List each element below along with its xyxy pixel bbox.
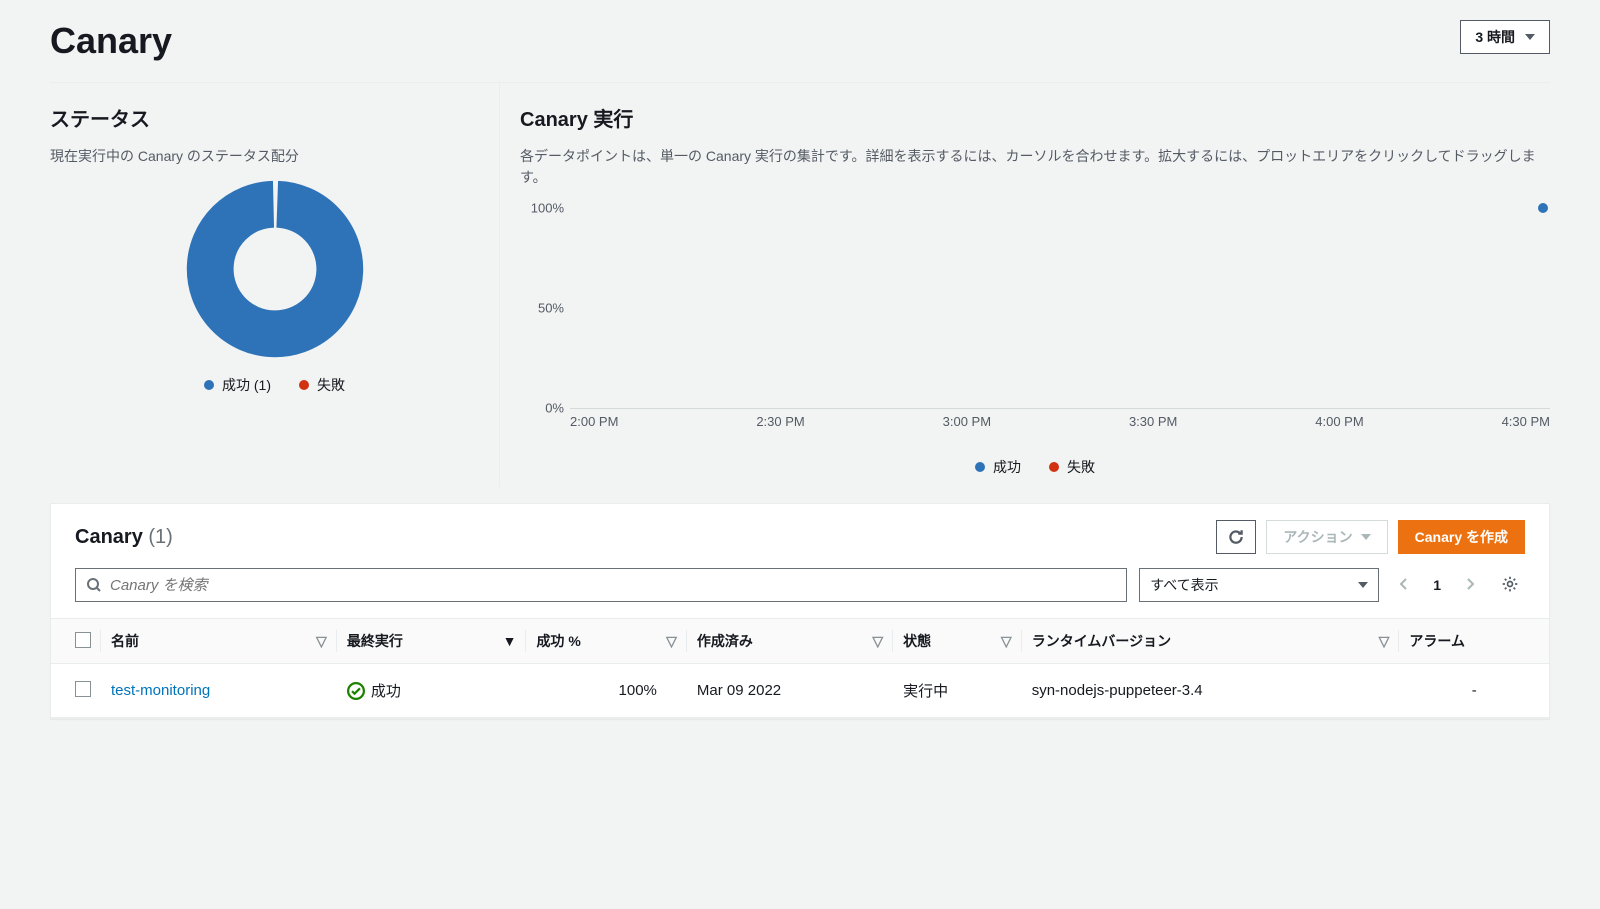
- runtime-cell: syn-nodejs-puppeteer-3.4: [1022, 664, 1400, 718]
- refresh-button[interactable]: [1216, 520, 1256, 554]
- legend-fail-label: 失敗: [1067, 457, 1095, 477]
- x-tick: 4:30 PM: [1502, 414, 1550, 429]
- legend-success[interactable]: 成功 (1): [204, 375, 271, 395]
- dot-icon: [299, 380, 309, 390]
- settings-button[interactable]: [1495, 569, 1525, 602]
- runs-chart[interactable]: 100% 50% 0%: [570, 208, 1550, 408]
- select-all-checkbox[interactable]: [75, 632, 91, 648]
- runs-panel-title: Canary 実行: [520, 103, 1550, 132]
- last-run-status: 成功: [371, 680, 401, 701]
- legend-fail[interactable]: 失敗: [299, 375, 345, 395]
- prev-page-button[interactable]: [1391, 573, 1417, 598]
- x-axis: [570, 408, 1550, 409]
- next-page-button[interactable]: [1457, 573, 1483, 598]
- col-created[interactable]: 作成済み▽: [687, 619, 893, 664]
- canary-list-card: Canary (1) アクション Canary を作成: [50, 503, 1550, 719]
- caret-down-icon: [1361, 534, 1371, 540]
- alarm-cell: -: [1399, 664, 1549, 718]
- chevron-left-icon: [1399, 577, 1409, 591]
- filter-select[interactable]: すべて表示: [1139, 568, 1379, 602]
- page-number: 1: [1423, 577, 1451, 593]
- sort-icon: ▽: [1379, 633, 1390, 650]
- time-range-select[interactable]: 3 時間: [1460, 20, 1550, 54]
- status-panel: ステータス 現在実行中の Canary のステータス配分 成功 (1) 失敗: [50, 83, 500, 487]
- success-status-icon: [347, 682, 365, 700]
- col-success-pct[interactable]: 成功 %▽: [526, 619, 686, 664]
- actions-button[interactable]: アクション: [1266, 520, 1387, 554]
- row-checkbox[interactable]: [75, 681, 91, 697]
- y-tick: 0%: [520, 401, 564, 416]
- search-box[interactable]: [75, 568, 1127, 602]
- runs-panel-description: 各データポイントは、単一の Canary 実行の集計です。詳細を表示するには、カ…: [520, 146, 1550, 188]
- success-pct-cell: 100%: [526, 664, 686, 718]
- x-tick: 3:30 PM: [1129, 414, 1177, 429]
- page-header: Canary 3 時間: [50, 20, 1550, 83]
- create-label: Canary を作成: [1415, 527, 1508, 547]
- donut-legend: 成功 (1) 失敗: [204, 375, 345, 395]
- sort-desc-icon: ▼: [503, 633, 517, 649]
- table-row: test-monitoring 成功 100% Mar 09 2022 実行中: [51, 664, 1549, 718]
- state-cell: 実行中: [893, 664, 1022, 718]
- status-panel-title: ステータス: [50, 103, 499, 132]
- x-tick: 2:30 PM: [756, 414, 804, 429]
- dot-icon: [1049, 462, 1059, 472]
- search-icon: [86, 577, 102, 593]
- x-ticks: 2:00 PM 2:30 PM 3:00 PM 3:30 PM 4:00 PM …: [570, 408, 1550, 429]
- x-tick: 3:00 PM: [943, 414, 991, 429]
- caret-down-icon: [1525, 34, 1535, 40]
- status-panel-description: 現在実行中の Canary のステータス配分: [50, 146, 499, 167]
- list-title: Canary (1): [75, 526, 173, 549]
- col-alarm: アラーム: [1399, 619, 1549, 664]
- caret-down-icon: [1358, 582, 1368, 588]
- pagination: 1: [1391, 573, 1483, 598]
- runs-panel: Canary 実行 各データポイントは、単一の Canary 実行の集計です。詳…: [500, 83, 1550, 487]
- legend-success-label: 成功: [993, 457, 1021, 477]
- dot-icon: [975, 462, 985, 472]
- y-tick: 50%: [520, 301, 564, 316]
- sort-icon: ▽: [316, 633, 327, 650]
- gear-icon: [1501, 575, 1519, 593]
- created-cell: Mar 09 2022: [687, 664, 893, 718]
- col-last-run[interactable]: 最終実行▼: [337, 619, 527, 664]
- actions-label: アクション: [1283, 527, 1352, 547]
- search-input[interactable]: [102, 577, 1116, 594]
- legend-fail-label: 失敗: [317, 375, 345, 395]
- y-tick: 100%: [520, 201, 564, 216]
- canary-table: 名前▽ 最終実行▼ 成功 %▽ 作成済み▽ 状態▽ ランタイムバージョン▽ アラ…: [51, 618, 1549, 718]
- create-canary-button[interactable]: Canary を作成: [1398, 520, 1525, 554]
- data-point-success[interactable]: [1538, 203, 1548, 213]
- col-name[interactable]: 名前▽: [101, 619, 337, 664]
- filter-select-label: すべて表示: [1150, 575, 1218, 595]
- x-tick: 4:00 PM: [1315, 414, 1363, 429]
- sort-icon: ▽: [872, 633, 883, 650]
- col-runtime[interactable]: ランタイムバージョン▽: [1022, 619, 1400, 664]
- dot-icon: [204, 380, 214, 390]
- legend-success-label: 成功 (1): [222, 375, 271, 395]
- runs-chart-legend: 成功 失敗: [520, 457, 1550, 477]
- list-title-text: Canary: [75, 526, 143, 548]
- canary-name-link[interactable]: test-monitoring: [111, 682, 210, 699]
- legend-fail[interactable]: 失敗: [1049, 457, 1095, 477]
- chevron-right-icon: [1465, 577, 1475, 591]
- legend-success[interactable]: 成功: [975, 457, 1021, 477]
- page-title: Canary: [50, 20, 172, 62]
- refresh-icon: [1227, 528, 1245, 546]
- time-range-label: 3 時間: [1475, 27, 1515, 47]
- status-donut-chart: [185, 179, 365, 359]
- col-state[interactable]: 状態▽: [893, 619, 1022, 664]
- list-count: (1): [148, 526, 172, 548]
- sort-icon: ▽: [666, 633, 677, 650]
- sort-icon: ▽: [1001, 633, 1012, 650]
- x-tick: 2:00 PM: [570, 414, 618, 429]
